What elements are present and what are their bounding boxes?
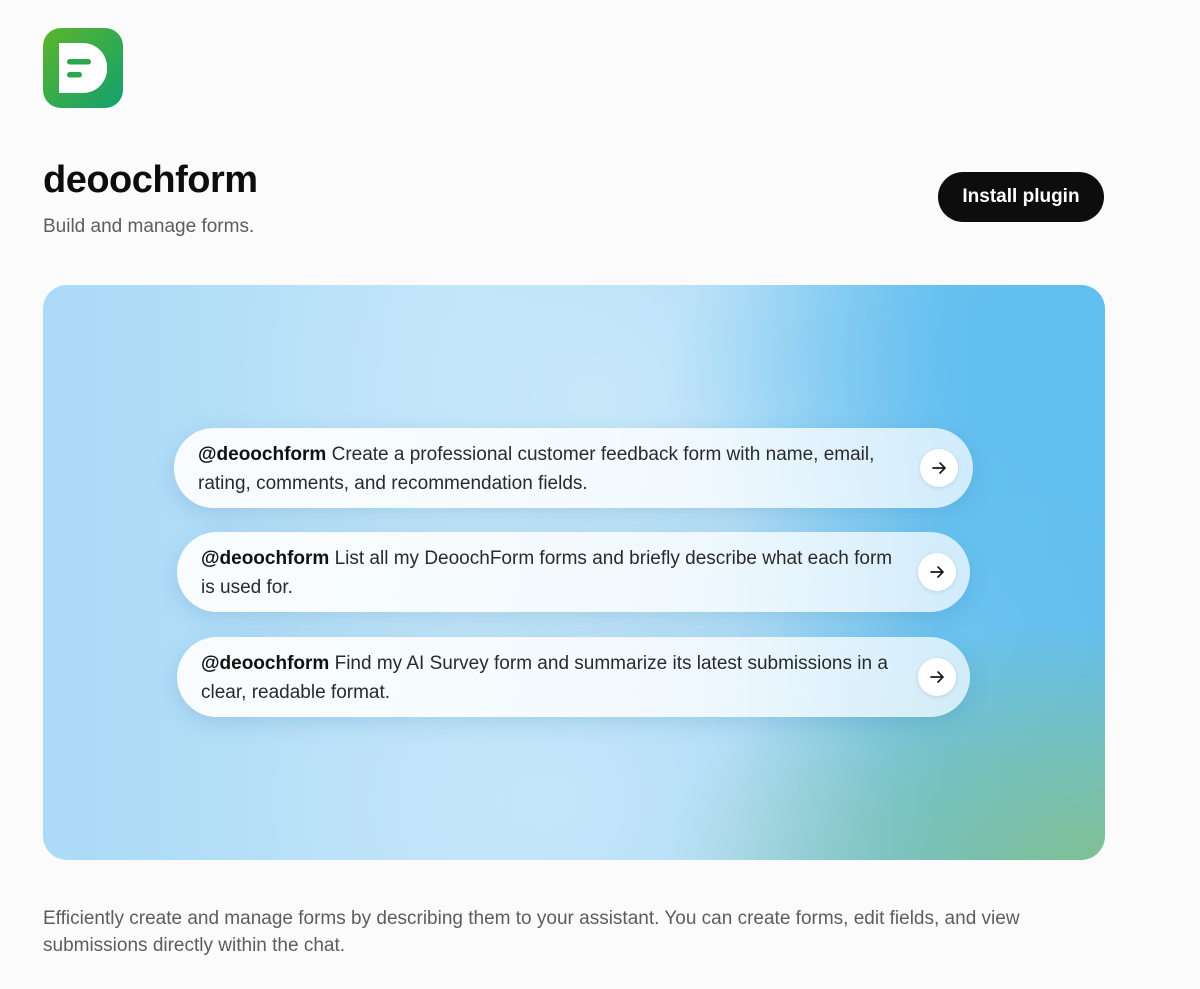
example-prompt-card[interactable]: @deoochform List all my DeoochForm forms… [177, 532, 970, 612]
plugin-title: deoochform [43, 159, 258, 201]
example-prompt-card[interactable]: @deoochform Create a professional custom… [174, 428, 973, 508]
prompt-text: @deoochform Find my AI Survey form and s… [201, 649, 901, 707]
example-prompts-panel: @deoochform Create a professional custom… [43, 285, 1105, 860]
plugin-description: Efficiently create and manage forms by d… [43, 908, 1020, 956]
prompt-mention: @deoochform [198, 444, 327, 465]
prompt-text: @deoochform Create a professional custom… [198, 440, 898, 498]
arrow-right-icon [932, 462, 946, 474]
send-prompt-button[interactable] [918, 553, 956, 591]
deoochform-logo-icon [43, 28, 123, 108]
arrow-right-icon [930, 671, 944, 683]
arrow-right-icon [930, 566, 944, 578]
send-prompt-button[interactable] [918, 658, 956, 696]
send-prompt-button[interactable] [920, 449, 958, 487]
prompt-mention: @deoochform [201, 653, 330, 674]
example-prompt-card[interactable]: @deoochform Find my AI Survey form and s… [177, 637, 970, 717]
install-plugin-button[interactable]: Install plugin [938, 172, 1104, 222]
prompt-text: @deoochform List all my DeoochForm forms… [201, 544, 901, 602]
plugin-tagline: Build and manage forms. [43, 216, 255, 237]
prompt-mention: @deoochform [201, 548, 330, 569]
